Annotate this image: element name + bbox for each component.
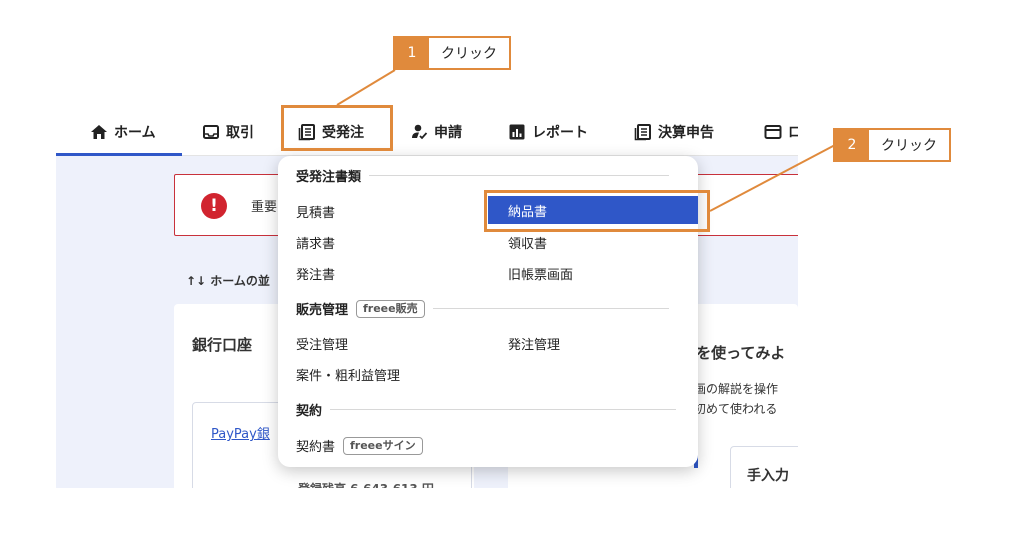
menu-item-purchase-order[interactable]: 発注書 xyxy=(296,264,335,283)
sort-icon: ↑↓ xyxy=(186,274,207,288)
freee-sales-badge: freee販売 xyxy=(356,299,425,318)
promo-heading: eを使ってみよ xyxy=(686,344,786,362)
callout-step-1: 1 クリック xyxy=(393,36,511,70)
nav-reports-label: レポート xyxy=(532,125,588,141)
bank-card-title: 銀行口座 xyxy=(192,336,253,354)
section-divider xyxy=(432,308,669,309)
callout-step-2: 2 クリック xyxy=(833,128,951,162)
nav-tax-filing[interactable]: 決算申告 xyxy=(634,108,714,156)
nav-more-label: ロ xyxy=(788,125,798,141)
bank-balance: 登録残高 6,643,613 円 xyxy=(298,480,434,488)
manual-entry-card[interactable]: 手入力 xyxy=(730,446,798,488)
section-contract-title: 契約 xyxy=(296,404,323,419)
inbox-icon xyxy=(202,123,220,141)
menu-item-order-management-label: 受注管理 xyxy=(296,338,349,353)
sort-label: ホームの並 xyxy=(210,274,270,288)
menu-item-legacy-forms[interactable]: 旧帳票画面 xyxy=(508,264,573,283)
menu-item-project-profit-label: 案件・粗利益管理 xyxy=(296,369,401,384)
callout-step-1-number: 1 xyxy=(395,38,429,68)
promo-text-2: 初めて使われる xyxy=(694,402,778,416)
promo-text-1: 画の解説を操作 xyxy=(694,382,779,396)
menu-item-legacy-forms-label: 旧帳票画面 xyxy=(508,268,574,283)
manual-entry-title: 手入力 xyxy=(747,468,789,484)
menu-item-contract-label: 契約書 xyxy=(296,440,336,455)
section-contract: 契約 xyxy=(296,400,677,419)
callout-step-2-label: クリック xyxy=(881,138,937,154)
global-nav: ホーム 取引 受発注 申請 レポート 決算申告 ロ xyxy=(56,108,798,156)
freee-sign-badge: freeeサイン xyxy=(343,436,423,455)
highlight-orders-nav xyxy=(281,105,393,151)
menu-item-order-management[interactable]: 受注管理 xyxy=(296,334,348,353)
nav-home-label: ホーム xyxy=(114,125,156,141)
section-order-documents: 受発注書類 xyxy=(296,166,670,185)
menu-item-receipt[interactable]: 領収書 xyxy=(508,233,547,252)
menu-item-purchase-management-label: 発注管理 xyxy=(508,338,561,353)
user-check-icon xyxy=(410,123,428,141)
nav-tax-filing-label: 決算申告 xyxy=(658,125,714,141)
callout-step-2-number: 2 xyxy=(835,130,869,160)
highlight-delivery-note xyxy=(484,190,710,232)
bar-chart-icon xyxy=(508,123,526,141)
alert-text: 重要 xyxy=(251,200,278,215)
menu-item-receipt-label: 領収書 xyxy=(508,237,548,252)
menu-item-estimate[interactable]: 見積書 xyxy=(296,202,335,221)
nav-requests-label: 申請 xyxy=(434,125,462,141)
menu-item-invoice-label: 請求書 xyxy=(296,237,336,252)
nav-reports[interactable]: レポート xyxy=(508,108,588,156)
section-sales-title: 販売管理 xyxy=(296,303,349,318)
section-order-documents-title: 受発注書類 xyxy=(296,170,362,185)
callout-step-1-label: クリック xyxy=(441,46,497,62)
error-icon: ! xyxy=(201,193,227,219)
nav-transactions[interactable]: 取引 xyxy=(202,108,254,156)
home-icon xyxy=(90,123,108,141)
bank-account-link[interactable]: PayPay銀 xyxy=(211,423,270,442)
section-divider xyxy=(369,175,670,176)
nav-more[interactable]: ロ xyxy=(764,108,798,156)
nav-home[interactable]: ホーム xyxy=(90,108,156,156)
menu-item-invoice[interactable]: 請求書 xyxy=(296,233,335,252)
section-sales-management: 販売管理 freee販売 xyxy=(296,299,669,318)
card-icon xyxy=(764,123,782,141)
document-list-icon xyxy=(634,123,652,141)
menu-item-estimate-label: 見積書 xyxy=(296,206,336,221)
screenshot-canvas: ホーム 取引 受発注 申請 レポート 決算申告 ロ ! 重要 ↑↓ ホームの並 … xyxy=(0,0,1024,535)
menu-item-project-profit[interactable]: 案件・粗利益管理 xyxy=(296,365,400,384)
menu-item-purchase-management[interactable]: 発注管理 xyxy=(508,334,560,353)
nav-transactions-label: 取引 xyxy=(226,125,254,141)
nav-requests[interactable]: 申請 xyxy=(410,108,462,156)
sort-home-link[interactable]: ↑↓ ホームの並 xyxy=(186,272,270,289)
section-divider xyxy=(330,409,677,410)
menu-item-purchase-order-label: 発注書 xyxy=(296,268,336,283)
menu-item-contract[interactable]: 契約書 freeeサイン xyxy=(296,436,423,455)
